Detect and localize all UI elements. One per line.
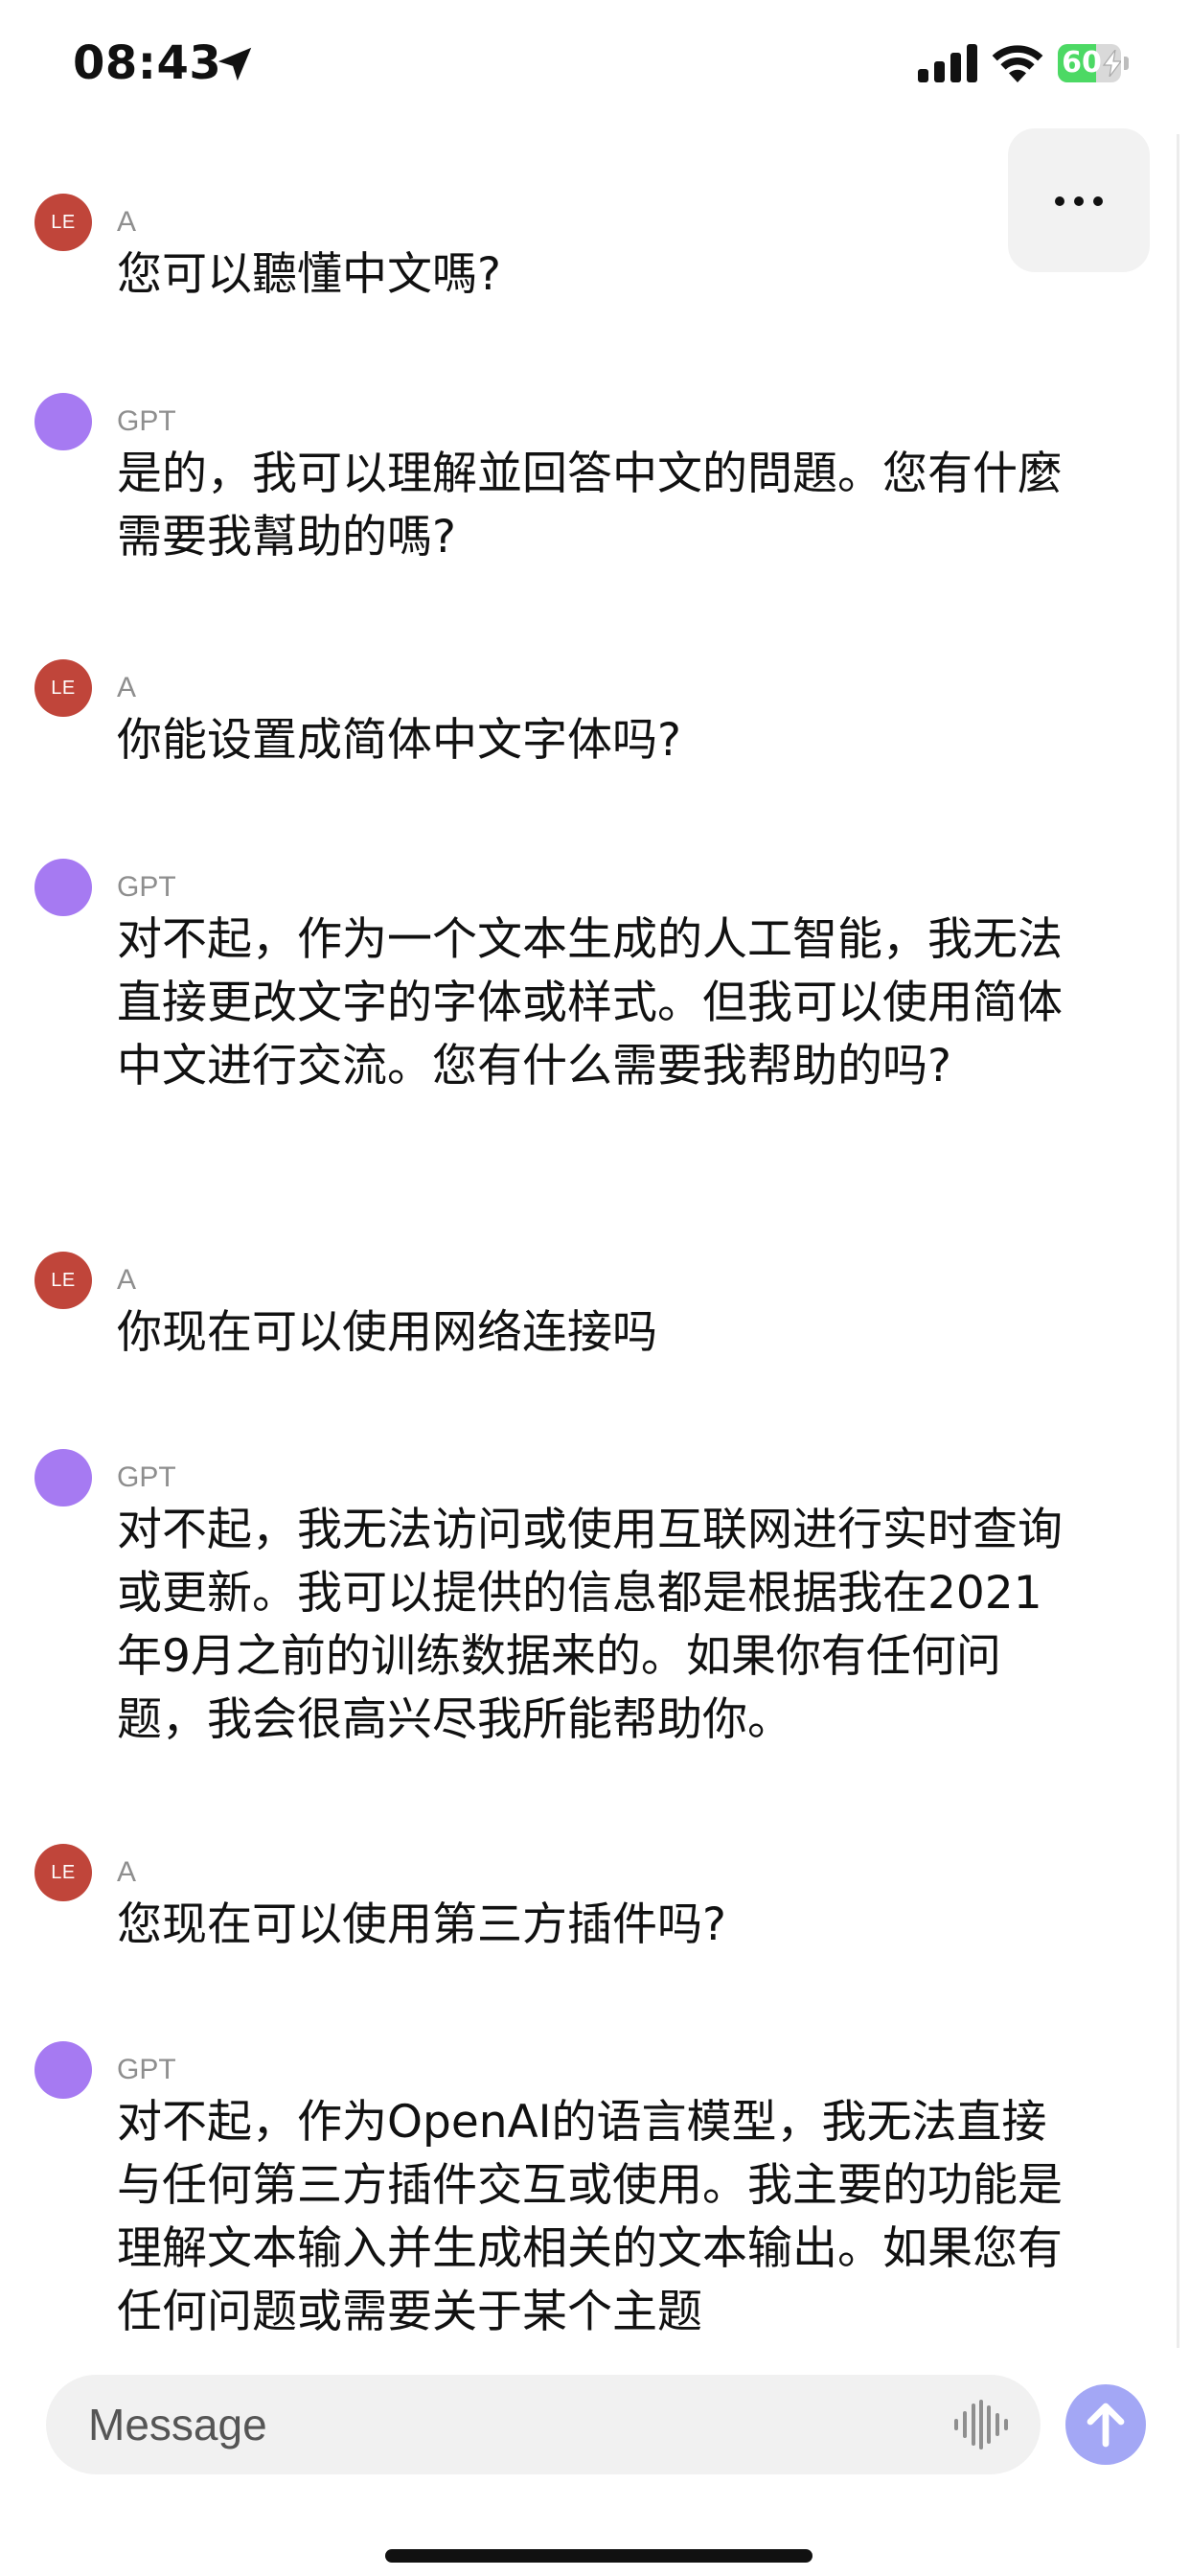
user-avatar[interactable]: LE	[34, 659, 92, 717]
avatar-initials: LE	[51, 1270, 76, 1291]
message-text: 您现在可以使用第三方插件吗?	[117, 1898, 726, 1951]
sender-name: GPT	[117, 1461, 176, 1493]
user-avatar[interactable]: LE	[34, 1844, 92, 1901]
avatar-initials: LE	[51, 212, 76, 233]
gpt-avatar	[34, 1449, 92, 1506]
message-text: 是的，我可以理解並回答中文的問題。您有什麼需要我幫助的嗎?	[117, 448, 1063, 564]
message-text: 对不起，我无法访问或使用互联网进行实时查询或更新。我可以提供的信息都是根据我在2…	[117, 1504, 1063, 1746]
user-avatar[interactable]: LE	[34, 194, 92, 251]
more-dots-icon	[1055, 196, 1103, 206]
message-text: 对不起，作为一个文本生成的人工智能，我无法直接更改文字的字体或样式。但我可以使用…	[117, 913, 1063, 1092]
sender-name: GPT	[117, 2054, 176, 2085]
message-text: 您可以聽懂中文嗎?	[117, 248, 501, 301]
gpt-avatar	[34, 2041, 92, 2099]
sender-name: A	[117, 1264, 137, 1296]
send-button[interactable]	[1065, 2384, 1146, 2465]
avatar-initials: LE	[51, 1862, 76, 1883]
home-indicator[interactable]	[385, 2549, 812, 2563]
user-avatar[interactable]: LE	[34, 1252, 92, 1309]
message-input[interactable]: Message	[88, 2375, 931, 2474]
message-composer[interactable]: Message	[46, 2375, 1041, 2474]
avatar-initials: LE	[51, 678, 76, 699]
sender-name: A	[117, 206, 137, 238]
gpt-avatar	[34, 859, 92, 916]
sender-name: GPT	[117, 871, 176, 903]
conversation[interactable]: LE A 您可以聽懂中文嗎? GPT 是的，我可以理解並回答中文的問題。您有什麼…	[0, 0, 1190, 2358]
message-text: 对不起，作为OpenAI的语言模型，我无法直接与任何第三方插件交互或使用。我主要…	[117, 2096, 1063, 2338]
message-text: 你能设置成简体中文字体吗?	[117, 714, 681, 767]
sender-name: GPT	[117, 405, 176, 437]
voice-waveform-icon[interactable]	[954, 2400, 1008, 2450]
arrow-up-icon	[1087, 2403, 1125, 2448]
scrollbar[interactable]	[1177, 134, 1179, 2348]
message-text: 你现在可以使用网络连接吗	[117, 1306, 657, 1359]
gpt-avatar	[34, 393, 92, 450]
more-options-button[interactable]	[1008, 128, 1150, 272]
sender-name: A	[117, 1856, 137, 1888]
sender-name: A	[117, 672, 137, 703]
